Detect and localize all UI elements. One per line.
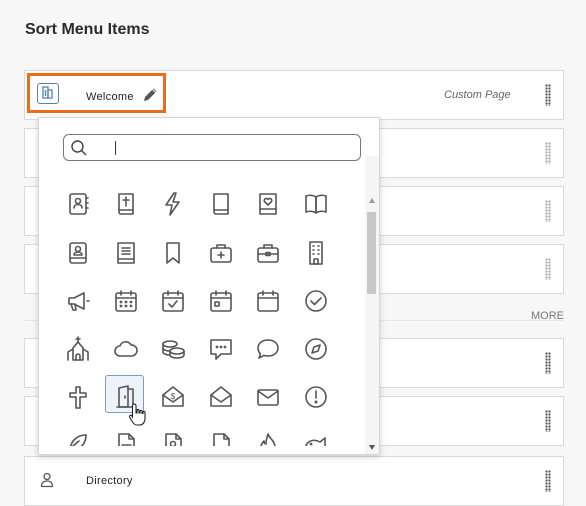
drag-handle-icon[interactable]: [545, 410, 551, 432]
drag-handle-icon[interactable]: [545, 258, 551, 280]
chat-dots-icon[interactable]: [208, 336, 234, 362]
bookmark-icon[interactable]: [160, 240, 186, 266]
office-building-icon[interactable]: [303, 240, 329, 266]
drag-handle-icon[interactable]: [545, 352, 551, 374]
scrollbar-thumb[interactable]: [367, 212, 376, 294]
briefcase-icon[interactable]: [255, 240, 281, 266]
cross-icon[interactable]: [65, 384, 91, 410]
icon-search-input[interactable]: [63, 134, 361, 161]
calendar-check-icon[interactable]: [160, 288, 186, 314]
exclamation-circle-icon[interactable]: [303, 384, 329, 410]
directory-label: Directory: [86, 475, 133, 487]
document-icon[interactable]: [113, 432, 139, 446]
envelope-icon[interactable]: [255, 384, 281, 410]
church-icon[interactable]: [65, 336, 91, 362]
open-envelope-icon[interactable]: [208, 384, 234, 410]
calendar-day-icon[interactable]: [208, 288, 234, 314]
first-aid-kit-icon[interactable]: [208, 240, 234, 266]
compass-icon[interactable]: [303, 336, 329, 362]
page-title: Sort Menu Items: [25, 21, 150, 38]
search-icon: [70, 139, 88, 162]
calendar-grid-icon[interactable]: [113, 288, 139, 314]
open-book-icon[interactable]: [303, 191, 329, 217]
svg-text:$: $: [171, 392, 176, 401]
check-circle-icon[interactable]: [303, 288, 329, 314]
welcome-label: Welcome: [86, 91, 134, 103]
pencil-icon[interactable]: [142, 86, 159, 108]
drag-handle-icon[interactable]: [545, 470, 551, 492]
speech-bubble-icon[interactable]: [255, 336, 281, 362]
feather-icon[interactable]: [65, 432, 91, 446]
donation-envelope-icon[interactable]: $: [160, 384, 186, 410]
welcome-icon-selector[interactable]: Welcome: [27, 73, 166, 113]
person-icon: [40, 472, 54, 493]
hand-cursor-icon: [128, 402, 148, 433]
drag-handle-icon[interactable]: [545, 200, 551, 222]
newspaper-icon[interactable]: [113, 240, 139, 266]
drag-handle-icon[interactable]: [545, 142, 551, 164]
contacts-book-icon[interactable]: [65, 191, 91, 217]
file-icon[interactable]: [208, 432, 234, 446]
fish-icon[interactable]: [303, 432, 329, 446]
drag-handle-icon[interactable]: [545, 84, 551, 106]
scroll-up-icon[interactable]: [369, 198, 375, 203]
lightning-icon[interactable]: [160, 191, 186, 217]
megaphone-icon[interactable]: [65, 288, 91, 314]
bible-icon[interactable]: [113, 191, 139, 217]
heart-book-icon[interactable]: [255, 191, 281, 217]
flame-icon[interactable]: [255, 432, 281, 446]
cloud-icon[interactable]: [113, 336, 139, 362]
building-icon[interactable]: [37, 83, 59, 104]
profile-book-icon[interactable]: [65, 240, 91, 266]
page-type-label: Custom Page: [444, 89, 511, 101]
scrollbar[interactable]: [365, 156, 379, 454]
id-card-icon[interactable]: [160, 432, 186, 446]
scroll-down-icon[interactable]: [369, 445, 375, 450]
more-section-label: MORE: [531, 310, 564, 322]
calendar-icon[interactable]: [255, 288, 281, 314]
coins-icon[interactable]: [160, 336, 186, 362]
book-icon[interactable]: [208, 191, 234, 217]
text-cursor: [115, 141, 116, 155]
